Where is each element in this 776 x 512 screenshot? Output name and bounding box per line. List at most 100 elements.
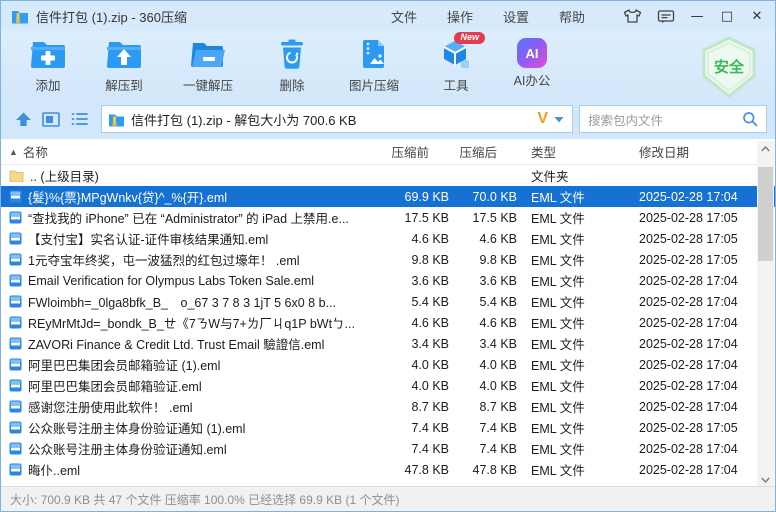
eml-file-icon	[9, 295, 22, 308]
app-icon	[11, 8, 29, 24]
image-compress-button[interactable]: 图片压缩	[337, 36, 411, 94]
column-header-row: ▲ 名称 压缩前 压缩后 类型 修改日期	[1, 139, 775, 165]
close-button[interactable]: ✕	[745, 5, 769, 27]
table-row[interactable]: .. (上级目录) 文件夹	[1, 165, 775, 186]
file-type: EML 文件	[517, 208, 639, 227]
search-icon	[742, 111, 758, 127]
eml-file-icon	[9, 358, 22, 371]
modified-date: 2025-02-28 17:04	[639, 190, 758, 204]
list-view-icon[interactable]	[67, 107, 91, 131]
security-badge-text: 安全	[714, 58, 745, 76]
file-list: .. (上级目录) 文件夹	[1, 165, 775, 486]
file-type: 文件夹	[517, 166, 639, 185]
add-button[interactable]: 添加	[17, 36, 79, 94]
eml-file-icon	[9, 232, 22, 245]
table-row[interactable]: 晦仆..eml 47.8 KB 47.8 KB EML 文件 2025-02-2…	[1, 459, 775, 480]
table-row[interactable]: 公众账号注册主体身份验证通知.eml 7.4 KB 7.4 KB EML 文件 …	[1, 438, 775, 459]
size-after: 9.8 KB	[449, 253, 517, 267]
table-row[interactable]: ZAVORi Finance & Credit Ltd. Trust Email…	[1, 333, 775, 354]
column-size-after[interactable]: 压缩后	[449, 142, 517, 161]
eml-file-icon	[9, 379, 22, 392]
table-row[interactable]: {髮}%{票}MPgWnkv{贷}^_%{开}.eml 69.9 KB 70.0…	[1, 186, 775, 207]
modified-date: 2025-02-28 17:04	[639, 442, 758, 456]
tool-label: 一键解压	[183, 75, 233, 94]
open-folder-icon	[189, 38, 227, 73]
eml-file-icon	[9, 274, 22, 287]
menu-settings[interactable]: 设置	[503, 7, 529, 26]
table-row[interactable]: 【支付宝】实名认证-证件审核结果通知.eml 4.6 KB 4.6 KB EML…	[1, 228, 775, 249]
scrollbar-thumb[interactable]	[758, 167, 773, 261]
delete-button[interactable]: 删除	[261, 36, 323, 94]
table-row[interactable]: 1元夺宝年终奖，屯一波猛烈的红包过壕年！ .eml 9.8 KB 9.8 KB …	[1, 249, 775, 270]
trash-icon	[276, 38, 308, 73]
size-before: 4.0 KB	[372, 358, 449, 372]
eml-file-icon	[9, 190, 22, 203]
menu-actions[interactable]: 操作	[447, 7, 473, 26]
size-after: 4.6 KB	[449, 232, 517, 246]
statusbar: 大小: 700.9 KB 共 47 个文件 压缩率 100.0% 已经选择 69…	[1, 486, 775, 511]
eml-file-icon	[9, 421, 22, 434]
file-name: “查找我的 iPhone” 已在 “Administrator” 的 iPad …	[28, 208, 349, 227]
eml-file-icon	[9, 337, 22, 350]
up-directory-icon[interactable]	[11, 107, 35, 131]
extract-to-button[interactable]: 解压到	[93, 36, 155, 94]
size-after: 3.4 KB	[449, 337, 517, 351]
table-row[interactable]: Email Verification for Olympus Labs Toke…	[1, 270, 775, 291]
size-after: 3.6 KB	[449, 274, 517, 288]
scroll-up-icon[interactable]	[757, 141, 774, 157]
column-modified-date[interactable]: 修改日期	[639, 142, 758, 161]
file-name: 感谢您注册使用此软件！ .eml	[28, 397, 193, 416]
minimize-button[interactable]: —	[685, 5, 709, 27]
file-name: 晦仆..eml	[28, 460, 80, 479]
file-name: 【支付宝】实名认证-证件审核结果通知.eml	[28, 229, 268, 248]
table-row[interactable]: “查找我的 iPhone” 已在 “Administrator” 的 iPad …	[1, 207, 775, 228]
search-input[interactable]: 搜索包内文件	[579, 105, 767, 133]
size-before: 47.8 KB	[372, 463, 449, 477]
column-size-before[interactable]: 压缩前	[372, 142, 449, 161]
feedback-icon[interactable]	[653, 5, 679, 27]
tools-button[interactable]: New 工具	[425, 36, 487, 94]
file-type: EML 文件	[517, 313, 639, 332]
skin-theme-icon[interactable]	[619, 5, 645, 27]
ai-icon: AI	[517, 38, 547, 68]
vertical-scrollbar[interactable]	[757, 141, 774, 488]
size-before: 17.5 KB	[372, 211, 449, 225]
table-row[interactable]: FWloimbh=_0lga8bfk_B_ o_67 3 7 8 3 1jT 5…	[1, 291, 775, 312]
modified-date: 2025-02-28 17:05	[639, 232, 758, 246]
security-badge[interactable]: 安全	[699, 35, 759, 99]
size-after: 5.4 KB	[449, 295, 517, 309]
folder-icon	[9, 169, 24, 182]
file-name: 公众账号注册主体身份验证通知.eml	[28, 439, 227, 458]
maximize-button[interactable]: □	[715, 5, 739, 27]
status-text: 大小: 700.9 KB 共 47 个文件 压缩率 100.0% 已经选择 69…	[10, 491, 399, 508]
menu-help[interactable]: 帮助	[559, 7, 585, 26]
table-row[interactable]: 感谢您注册使用此软件！ .eml 8.7 KB 8.7 KB EML 文件 20…	[1, 396, 775, 417]
file-name: 阿里巴巴集团会员邮箱验证 (1).eml	[28, 355, 220, 374]
eml-file-icon	[9, 211, 22, 224]
size-before: 9.8 KB	[372, 253, 449, 267]
eml-file-icon	[9, 253, 22, 266]
address-bar[interactable]: 信件打包 (1).zip - 解包大小为 700.6 KB V	[101, 105, 573, 133]
table-row[interactable]: REyMrMtJd=_bondk_B_ㄝ《7ㄋW与7+ㄌ厂ㄐq1P bWtㄅ..…	[1, 312, 775, 333]
address-path: 信件打包 (1).zip - 解包大小为 700.6 KB	[131, 110, 529, 129]
size-after: 7.4 KB	[449, 421, 517, 435]
modified-date: 2025-02-28 17:05	[639, 421, 758, 435]
column-name-label: 名称	[23, 142, 48, 161]
file-name: 公众账号注册主体身份验证通知 (1).eml	[28, 418, 245, 437]
preview-pane-icon[interactable]	[39, 107, 63, 131]
column-name[interactable]: ▲ 名称	[1, 142, 372, 161]
file-type: EML 文件	[517, 271, 639, 290]
table-row[interactable]: 公众账号注册主体身份验证通知 (1).eml 7.4 KB 7.4 KB EML…	[1, 417, 775, 438]
menu-file[interactable]: 文件	[391, 7, 417, 26]
ai-office-button[interactable]: AI AI办公	[501, 36, 563, 89]
menubar: 文件 操作 设置 帮助	[391, 7, 585, 26]
tool-label: 工具	[443, 75, 468, 94]
table-row[interactable]: 阿里巴巴集团会员邮箱验证 (1).eml 4.0 KB 4.0 KB EML 文…	[1, 354, 775, 375]
eml-file-icon	[9, 400, 22, 413]
table-row[interactable]: 阿里巴巴集团会员邮箱验证.eml 4.0 KB 4.0 KB EML 文件 20…	[1, 375, 775, 396]
tool-label: 添加	[35, 75, 60, 94]
tool-label: AI办公	[514, 70, 551, 89]
vip-dropdown[interactable]: V	[529, 111, 566, 127]
column-type[interactable]: 类型	[517, 142, 639, 161]
one-click-extract-button[interactable]: 一键解压	[169, 36, 247, 94]
